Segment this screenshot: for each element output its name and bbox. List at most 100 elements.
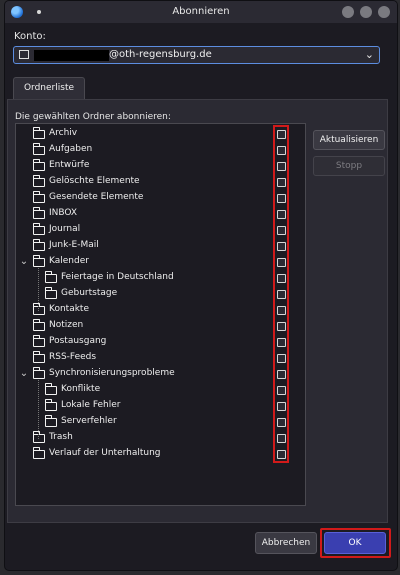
- folder-icon: [44, 271, 57, 283]
- folder-label: Kalender: [49, 256, 89, 266]
- subscribe-checkbox[interactable]: [277, 322, 286, 331]
- redacted-username: [34, 50, 109, 61]
- tree-guide-line: [38, 268, 39, 311]
- folder-label: Kontakte: [49, 304, 89, 314]
- tree-heading: Die gewählten Ordner abonnieren:: [15, 112, 171, 122]
- tree-row[interactable]: Feiertage in Deutschland: [16, 271, 305, 287]
- folder-tree[interactable]: Archiv Aufgaben Entwürfe Gelöschte Elemente…: [15, 123, 306, 506]
- tree-row[interactable]: Verlauf der Unterhaltung: [16, 447, 305, 463]
- tree-row[interactable]: Lokale Fehler: [16, 399, 305, 415]
- subscribe-checkbox[interactable]: [277, 386, 286, 395]
- chevron-down-icon: ⌄: [364, 48, 374, 61]
- folder-icon: [32, 447, 45, 459]
- folder-label: Lokale Fehler: [61, 400, 121, 410]
- folder-icon: [44, 287, 57, 299]
- tree-row[interactable]: Konflikte: [16, 383, 305, 399]
- folder-icon: [32, 143, 45, 155]
- tree-row[interactable]: INBOX: [16, 207, 305, 223]
- subscribe-checkbox[interactable]: [277, 194, 286, 203]
- tree-row[interactable]: Aufgaben: [16, 143, 305, 159]
- ok-button[interactable]: OK: [324, 532, 386, 554]
- chevron-down-icon[interactable]: ⌄: [19, 368, 29, 379]
- tree-row[interactable]: Serverfehler: [16, 415, 305, 431]
- folder-icon: [44, 399, 57, 411]
- refresh-button[interactable]: Aktualisieren: [313, 130, 385, 150]
- folder-label: Journal: [49, 224, 81, 234]
- cancel-button[interactable]: Abbrechen: [255, 532, 317, 554]
- folder-label: RSS-Feeds: [49, 352, 97, 362]
- folder-icon: [32, 223, 45, 235]
- subscribe-checkbox[interactable]: [277, 306, 286, 315]
- folder-icon: [32, 159, 45, 171]
- tree-row[interactable]: Geburtstage: [16, 287, 305, 303]
- tree-row[interactable]: ⌄ Synchronisierungsprobleme: [16, 367, 305, 383]
- folder-label: Gesendete Elemente: [49, 192, 144, 202]
- subscribe-checkbox[interactable]: [277, 402, 286, 411]
- folder-icon: [32, 239, 45, 251]
- folder-icon: [32, 175, 45, 187]
- subscribe-checkbox[interactable]: [277, 434, 286, 443]
- tree-row[interactable]: RSS-Feeds: [16, 351, 305, 367]
- subscribe-checkbox[interactable]: [277, 146, 286, 155]
- folder-icon: [32, 431, 45, 443]
- subscribe-checkbox[interactable]: [277, 354, 286, 363]
- folder-icon: [44, 415, 57, 427]
- chevron-down-icon[interactable]: ⌄: [19, 256, 29, 267]
- minimize-button[interactable]: [342, 6, 354, 18]
- folder-icon: [32, 127, 45, 139]
- tree-row[interactable]: Journal: [16, 223, 305, 239]
- account-label: Konto:: [14, 31, 46, 42]
- subscribe-checkbox[interactable]: [277, 370, 286, 379]
- title-bar[interactable]: Abonnieren: [5, 1, 397, 23]
- account-select[interactable]: @oth-regensburg.de ⌄: [13, 46, 380, 64]
- subscribe-checkbox[interactable]: [277, 290, 286, 299]
- subscribe-checkbox[interactable]: [277, 450, 286, 459]
- subscribe-checkbox[interactable]: [277, 162, 286, 171]
- folder-label: INBOX: [49, 208, 78, 218]
- tree-row[interactable]: Notizen: [16, 319, 305, 335]
- close-button[interactable]: [378, 6, 390, 18]
- subscribe-checkbox[interactable]: [277, 178, 286, 187]
- account-icon: [19, 50, 29, 59]
- subscribe-checkbox[interactable]: [277, 130, 286, 139]
- folder-label: Serverfehler: [61, 416, 117, 426]
- subscribe-dialog: Abonnieren Konto: @oth-regensburg.de ⌄ O…: [4, 0, 398, 571]
- folder-label: Gelöschte Elemente: [49, 176, 140, 186]
- folder-label: Feiertage in Deutschland: [61, 272, 174, 282]
- folder-label: Trash: [49, 432, 73, 442]
- folder-label: Archiv: [49, 128, 78, 138]
- subscribe-checkbox[interactable]: [277, 242, 286, 251]
- stop-button[interactable]: Stopp: [313, 156, 385, 176]
- tree-row[interactable]: Entwürfe: [16, 159, 305, 175]
- folder-icon: [32, 191, 45, 203]
- window-title: Abonnieren: [172, 6, 230, 17]
- tree-row[interactable]: Kontakte: [16, 303, 305, 319]
- subscribe-checkbox[interactable]: [277, 210, 286, 219]
- folder-icon: [32, 351, 45, 363]
- tree-row[interactable]: Trash: [16, 431, 305, 447]
- folder-icon: [32, 207, 45, 219]
- tree-row[interactable]: ⌄ Kalender: [16, 255, 305, 271]
- maximize-button[interactable]: [360, 6, 372, 18]
- folder-icon: [32, 255, 45, 267]
- folder-icon: [32, 367, 45, 379]
- subscribe-checkbox[interactable]: [277, 418, 286, 427]
- tab-folder-list[interactable]: Ordnerliste: [13, 77, 85, 99]
- subscribe-checkbox[interactable]: [277, 274, 286, 283]
- tree-row[interactable]: Postausgang: [16, 335, 305, 351]
- tree-guide-line: [38, 380, 39, 439]
- tree-row[interactable]: Junk-E-Mail: [16, 239, 305, 255]
- folder-label: Junk-E-Mail: [49, 240, 99, 250]
- folder-icon: [32, 319, 45, 331]
- folder-label: Konflikte: [61, 384, 101, 394]
- folder-label: Geburtstage: [61, 288, 118, 298]
- tree-row[interactable]: Gelöschte Elemente: [16, 175, 305, 191]
- folder-label: Synchronisierungsprobleme: [49, 368, 175, 378]
- tree-row[interactable]: Archiv: [16, 127, 305, 143]
- folder-label: Postausgang: [49, 336, 107, 346]
- folder-icon: [44, 383, 57, 395]
- subscribe-checkbox[interactable]: [277, 338, 286, 347]
- tree-row[interactable]: Gesendete Elemente: [16, 191, 305, 207]
- subscribe-checkbox[interactable]: [277, 226, 286, 235]
- subscribe-checkbox[interactable]: [277, 258, 286, 267]
